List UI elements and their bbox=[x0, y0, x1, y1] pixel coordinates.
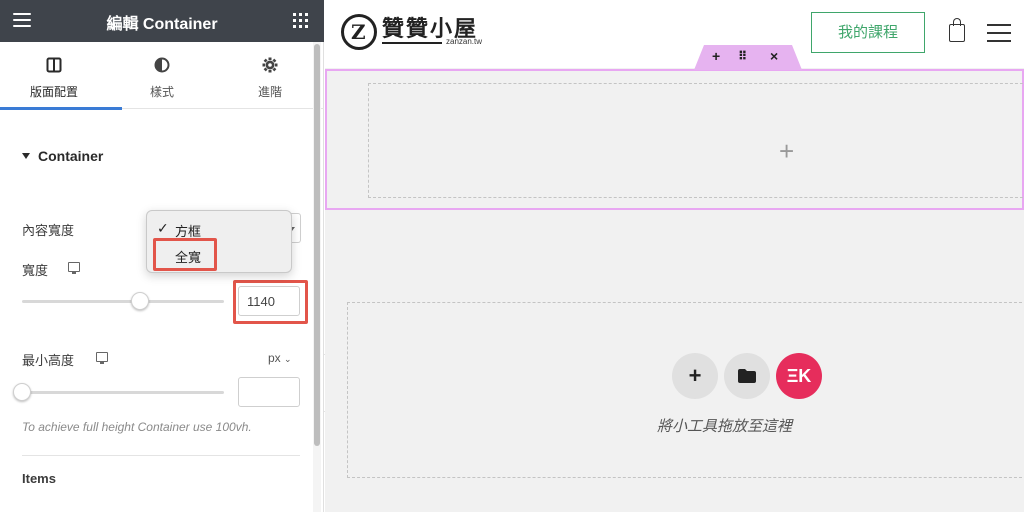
gear-icon bbox=[262, 57, 278, 73]
drop-zone-text: 將小工具拖放至這裡 bbox=[657, 418, 793, 435]
widget-drop-zone[interactable]: + ΞK 將小工具拖放至這裡 bbox=[347, 302, 1024, 478]
delete-container-icon[interactable]: × bbox=[770, 48, 778, 64]
template-library-button[interactable] bbox=[724, 353, 770, 399]
site-header: Z 贊贊小屋 zanzan.tw 我的課程 bbox=[325, 0, 1024, 68]
checkmark-icon: ✓ bbox=[157, 220, 169, 236]
selected-container[interactable]: + bbox=[325, 69, 1024, 210]
tab-layout-label: 版面配置 bbox=[29, 85, 78, 99]
section-title: Container bbox=[38, 148, 104, 164]
panel-header: 編輯 Container bbox=[0, 0, 324, 42]
min-height-slider[interactable] bbox=[22, 391, 224, 394]
elementskit-button[interactable]: ΞK bbox=[776, 353, 822, 399]
min-height-label: 最小高度 bbox=[22, 353, 75, 368]
logo-mark[interactable]: Z bbox=[341, 14, 377, 50]
option-highlight bbox=[153, 238, 217, 271]
panel-title: 編輯 Container bbox=[106, 16, 218, 33]
tab-layout[interactable]: 版面配置 bbox=[0, 42, 122, 110]
logo-char: Z bbox=[351, 20, 366, 44]
menu-icon[interactable] bbox=[987, 24, 1011, 42]
editor-panel: 編輯 Container 版面配置 樣式 進階 Container 內容寬度 寬… bbox=[0, 0, 324, 512]
unit-select[interactable]: px ⌄ bbox=[268, 351, 292, 365]
min-height-hint: To achieve full height Container use 100… bbox=[22, 420, 252, 434]
unit-label: px bbox=[268, 351, 281, 365]
section-divider bbox=[22, 455, 300, 456]
my-courses-button[interactable]: 我的課程 bbox=[811, 12, 925, 53]
add-section-button[interactable]: + bbox=[672, 353, 718, 399]
items-section-title[interactable]: Items bbox=[22, 471, 56, 486]
plus-icon: + bbox=[688, 363, 702, 388]
section-container-toggle[interactable]: Container bbox=[22, 148, 103, 164]
folder-icon bbox=[738, 369, 756, 383]
caret-down-icon bbox=[22, 153, 30, 159]
chevron-down-icon: ⌄ bbox=[284, 354, 292, 364]
tab-advanced[interactable]: 進階 bbox=[216, 42, 324, 109]
width-label: 寬度 bbox=[22, 263, 49, 278]
tab-style-label: 樣式 bbox=[149, 85, 174, 99]
width-input-highlight bbox=[233, 280, 308, 324]
logo-underline bbox=[382, 42, 442, 44]
add-element-icon[interactable]: + bbox=[779, 136, 794, 167]
container-handle: + ⠿ × bbox=[694, 45, 802, 70]
min-height-input[interactable] bbox=[238, 377, 300, 407]
tab-style[interactable]: 樣式 bbox=[108, 42, 216, 109]
logo-domain: zanzan.tw bbox=[446, 37, 483, 46]
panel-tabs: 版面配置 樣式 進階 bbox=[0, 42, 324, 110]
container-inner: + bbox=[368, 83, 1024, 198]
widgets-grid-icon[interactable] bbox=[293, 13, 308, 28]
width-slider[interactable] bbox=[22, 300, 224, 303]
contrast-icon bbox=[154, 57, 170, 73]
width-slider-handle[interactable] bbox=[131, 292, 149, 310]
content-width-dropdown: ✓ 方框 全寬 bbox=[146, 210, 292, 273]
elementskit-logo-icon: ΞK bbox=[786, 366, 812, 386]
desktop-icon[interactable] bbox=[96, 352, 108, 364]
tab-advanced-label: 進階 bbox=[257, 85, 282, 99]
desktop-icon[interactable] bbox=[68, 262, 80, 274]
content-width-label: 內容寬度 bbox=[22, 223, 75, 238]
shopping-bag-icon[interactable] bbox=[949, 18, 965, 42]
min-height-slider-handle[interactable] bbox=[13, 383, 31, 401]
layout-icon bbox=[46, 57, 62, 73]
panel-scrollbar[interactable] bbox=[313, 42, 321, 512]
scrollbar-thumb[interactable] bbox=[314, 44, 320, 446]
preview-canvas: Z 贊贊小屋 zanzan.tw 我的課程 + + ⠿ × + ΞK 將小工具拖… bbox=[325, 0, 1024, 512]
drag-handle-icon[interactable]: ⠿ bbox=[738, 49, 747, 63]
add-container-icon[interactable]: + bbox=[712, 48, 720, 64]
